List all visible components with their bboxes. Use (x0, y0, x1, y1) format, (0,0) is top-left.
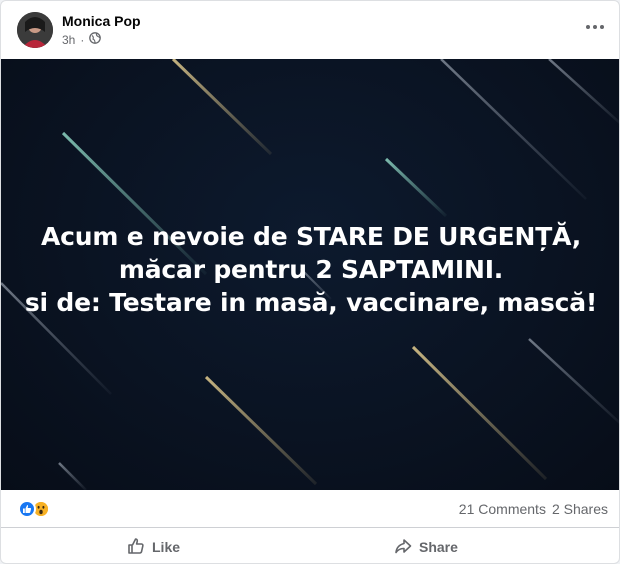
globe-icon (89, 32, 102, 47)
author-name[interactable]: Monica Pop (62, 13, 141, 29)
like-reaction-icon (18, 500, 36, 518)
post-actions: Like Share (1, 528, 619, 563)
more-options-icon[interactable] (583, 17, 607, 37)
post-time[interactable]: 3h (62, 33, 75, 47)
share-arrow-icon (394, 537, 412, 558)
share-label: Share (419, 539, 458, 555)
image-text-line-3: si de: Testare in masă, vaccinare, mască… (24, 288, 598, 317)
image-text-line-2: măcar pentru 2 SAPTAMINI. (118, 255, 504, 284)
post-header: Monica Pop 3h · (1, 1, 619, 59)
like-button[interactable]: Like (127, 534, 180, 560)
post-image-text: Acum e nevoie de STARE DE URGENȚĂ, măcar… (1, 220, 619, 319)
shares-count[interactable]: 2 Shares (552, 501, 608, 517)
engagement-counts: 21 Comments 2 Shares (459, 501, 608, 517)
post-stats: 21 Comments 2 Shares (1, 490, 619, 528)
like-label: Like (152, 539, 181, 555)
image-text-line-1: Acum e nevoie de STARE DE URGENȚĂ, (40, 222, 582, 251)
post-card: Monica Pop 3h · Acum e nevoie de STARE D… (0, 0, 620, 564)
post-image[interactable]: Acum e nevoie de STARE DE URGENȚĂ, măcar… (1, 59, 619, 490)
post-meta: 3h · (62, 32, 102, 47)
share-button[interactable]: Share (394, 534, 458, 560)
avatar[interactable] (17, 12, 53, 48)
reaction-summary[interactable] (18, 500, 50, 518)
thumbs-up-icon (127, 537, 145, 558)
comments-count[interactable]: 21 Comments (459, 501, 546, 517)
